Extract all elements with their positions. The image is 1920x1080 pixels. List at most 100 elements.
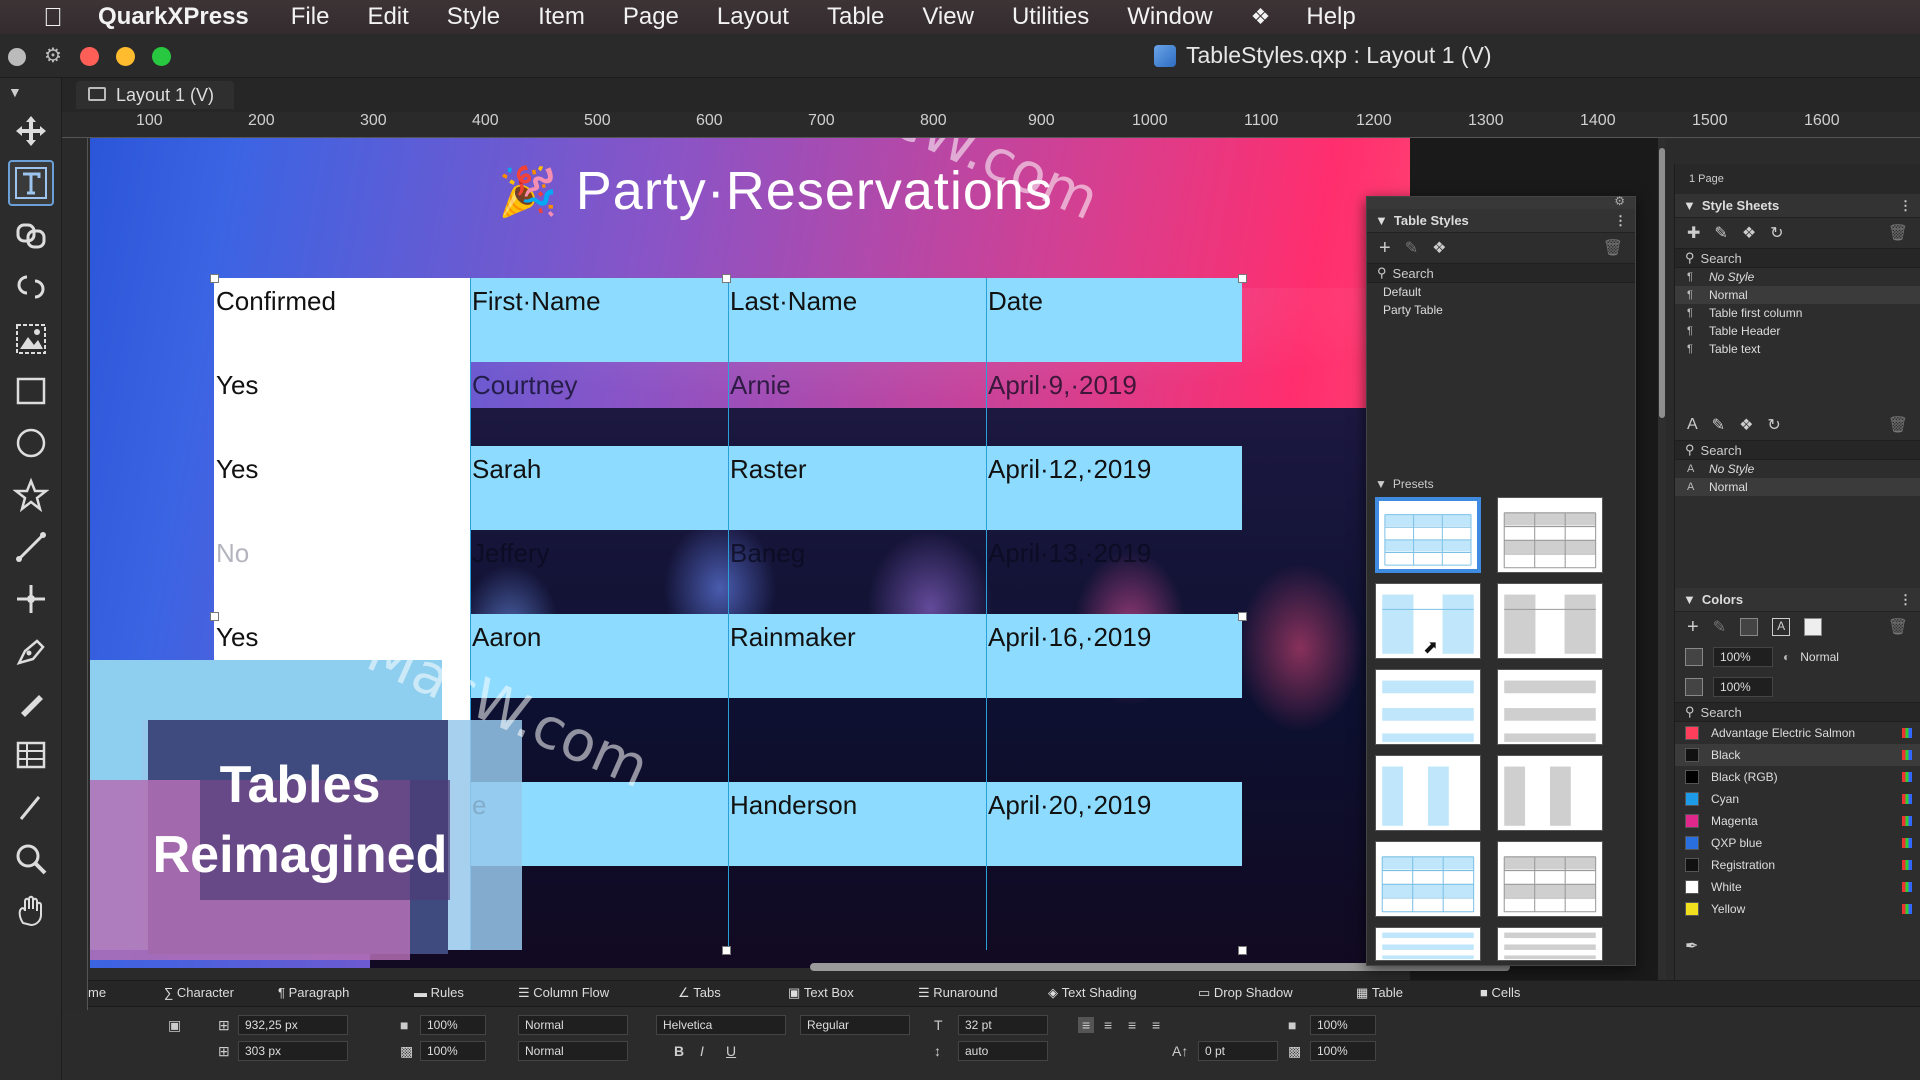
table-cell[interactable]: Arnie (728, 362, 986, 446)
table-style-preset[interactable] (1497, 841, 1603, 917)
orthogonal-line-tool-icon[interactable] (8, 576, 54, 622)
app-menu[interactable]: QuarkXPress (98, 3, 249, 31)
new-style-icon[interactable]: ✚ (1687, 223, 1700, 243)
table-cell[interactable]: April·13,·2019 (986, 530, 1242, 614)
tools-palette-dot-icon[interactable] (8, 48, 26, 66)
menu-utilities[interactable]: Utilities (1012, 3, 1089, 31)
measurements-tab[interactable]: ☰ Runaround (918, 985, 998, 1001)
blend-mode-select[interactable]: Normal (518, 1015, 628, 1035)
table-cell[interactable]: No (214, 530, 470, 614)
text-opacity-icon[interactable]: ▩ (1288, 1043, 1301, 1060)
window-minimize-button[interactable] (116, 47, 135, 66)
colors-search[interactable]: ⚲ Search (1675, 702, 1920, 722)
selection-handle[interactable] (722, 946, 731, 955)
shade-percent-field[interactable]: 100% (1713, 647, 1773, 667)
scrollbar-thumb[interactable] (1659, 148, 1665, 418)
text-linking-tool-icon[interactable] (8, 212, 54, 258)
promo-graphic[interactable]: Tables Reimagined (90, 660, 522, 960)
table-cell[interactable]: Confirmed (214, 278, 470, 362)
page-heading[interactable]: 🎉 Party·Reservations (498, 160, 1053, 222)
edit-pencil-icon[interactable]: ✎ (1714, 223, 1727, 243)
box-color-icon[interactable]: ■ (400, 1017, 408, 1033)
table-cell[interactable]: Raster (728, 446, 986, 530)
selection-handle[interactable] (1238, 946, 1247, 955)
color-swatch-item[interactable]: Black (RGB) (1675, 766, 1920, 788)
edit-pencil-icon[interactable]: ✎ (1713, 617, 1726, 637)
table-styles-header[interactable]: ▼ Table Styles ⋮ (1367, 209, 1635, 233)
duplicate-icon[interactable]: ❖ (1432, 238, 1446, 258)
font-select[interactable]: Helvetica (656, 1015, 786, 1035)
format-painter-tool-icon[interactable] (8, 784, 54, 830)
table-cell[interactable]: Date (986, 278, 1242, 362)
disclosure-triangle-icon[interactable]: ▼ (1683, 592, 1696, 607)
menu-window[interactable]: Window (1127, 3, 1212, 31)
table-style-preset[interactable] (1375, 669, 1481, 745)
table-styles-panel[interactable]: ⚙ ▼ Table Styles ⋮ + ✎ ❖ 🗑 ⚲ Search Defa… (1366, 194, 1636, 966)
table-style-preset[interactable] (1375, 497, 1481, 573)
duplicate-icon[interactable]: ❖ (1742, 223, 1756, 243)
selection-handle[interactable] (722, 274, 731, 283)
disclosure-triangle-icon[interactable]: ▼ (1683, 198, 1696, 213)
menu-view[interactable]: View (922, 3, 974, 31)
oval-box-tool-icon[interactable] (8, 420, 54, 466)
gear-icon[interactable]: ⚙ (44, 43, 62, 68)
text-color-icon[interactable]: ■ (1288, 1017, 1296, 1033)
table-cell[interactable]: April·12,·2019 (986, 446, 1242, 530)
disclosure-triangle-icon[interactable]: ▼ (1375, 477, 1387, 491)
table-cell[interactable]: Yes (214, 446, 470, 530)
trash-icon[interactable]: 🗑 (1888, 617, 1908, 637)
table-cell[interactable]: April·20,·2019 (986, 782, 1242, 866)
table-cell[interactable]: Courtney (470, 362, 728, 446)
edit-pencil-icon[interactable]: ✎ (1712, 415, 1725, 435)
bezier-pen-tool-icon[interactable] (8, 628, 54, 674)
color-swatch-item[interactable]: Magenta (1675, 810, 1920, 832)
table-style-preset[interactable] (1497, 669, 1603, 745)
box-opacity-field[interactable]: 100% (420, 1015, 486, 1035)
table-cell[interactable]: Handerson (728, 782, 986, 866)
table-style-preset[interactable] (1497, 497, 1603, 573)
eyedropper-icon[interactable]: ✒ (1685, 936, 1698, 956)
text-opacity-field[interactable]: 100% (1310, 1041, 1376, 1061)
table-cell[interactable] (986, 866, 1242, 950)
update-icon[interactable]: ↻ (1770, 223, 1783, 243)
measurements-tab[interactable]: ☰ Column Flow (518, 985, 609, 1001)
horizontal-ruler[interactable]: 100 200 300 400 500 600 700 800 900 1000… (62, 112, 1920, 138)
color-swatch-item[interactable]: Black (1675, 744, 1920, 766)
new-character-style-icon[interactable]: A (1687, 416, 1698, 434)
table-cell[interactable] (728, 698, 986, 782)
table-cell[interactable]: Jeffery (470, 530, 728, 614)
table-style-preset[interactable] (1375, 927, 1481, 961)
character-styles-search[interactable]: ⚲ Search (1675, 440, 1920, 460)
opacity-percent-field[interactable]: 100% (1713, 677, 1773, 697)
blend-mode-select-2[interactable]: Normal (518, 1041, 628, 1061)
bold-button[interactable]: B (674, 1043, 684, 1059)
table-cell[interactable]: Last·Name (728, 278, 986, 362)
tab-layout-1[interactable]: Layout 1 (V) (76, 81, 235, 109)
table-cell[interactable]: Yes (214, 362, 470, 446)
table-cell[interactable] (728, 866, 986, 950)
menu-layout[interactable]: Layout (717, 3, 789, 31)
paragraph-style-item[interactable]: ¶ Table Header (1675, 322, 1920, 340)
menu-style[interactable]: Style (447, 3, 500, 31)
justify-icon[interactable]: ≡ (1152, 1017, 1160, 1033)
update-icon[interactable]: ↻ (1767, 415, 1780, 435)
menu-page[interactable]: Page (623, 3, 679, 31)
table-cell[interactable]: Baneg (728, 530, 986, 614)
measurements-tab[interactable]: ▦ Table (1356, 985, 1403, 1001)
font-size-field[interactable]: 32 pt (958, 1015, 1048, 1035)
apple-icon[interactable]:  (36, 2, 70, 33)
text-color-icon[interactable]: A (1772, 618, 1791, 636)
font-style-select[interactable]: Regular (800, 1015, 910, 1035)
colors-header[interactable]: ▼ Colors ⋮ (1675, 588, 1920, 612)
trash-icon[interactable]: 🗑 (1888, 415, 1908, 435)
align-left-icon[interactable]: ≡ (1078, 1017, 1095, 1033)
menu-help[interactable]: Help (1306, 3, 1355, 31)
menu-file[interactable]: File (291, 3, 330, 31)
measurements-tab[interactable]: ▭ Drop Shadow (1198, 985, 1293, 1001)
selection-handle[interactable] (210, 274, 219, 283)
table-cell[interactable]: First·Name (470, 278, 728, 362)
window-close-button[interactable] (80, 47, 99, 66)
rectangle-box-tool-icon[interactable] (8, 368, 54, 414)
selection-handle[interactable] (210, 612, 219, 621)
collapse-arrow-icon[interactable]: ▼ (8, 84, 22, 100)
